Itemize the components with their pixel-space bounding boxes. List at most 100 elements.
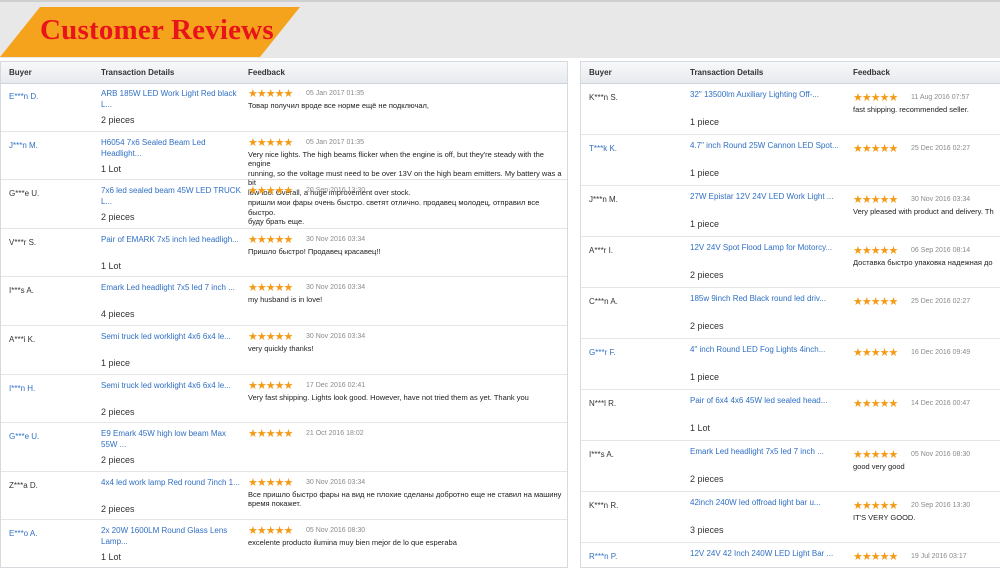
review-row: A***i K. Semi truck led worklight 4x6 6x4… <box>1 326 567 375</box>
buyer-name[interactable]: T***k K. <box>589 144 617 153</box>
product-link[interactable]: Pair of EMARK 7x5 inch led headligh... <box>101 234 241 245</box>
feedback-text: very quickly thanks! <box>248 344 314 353</box>
star-icon: ★ <box>879 449 890 461</box>
buyer-name[interactable]: R***n P. <box>589 552 617 561</box>
star-icon: ★ <box>870 194 881 206</box>
star-icon: ★ <box>879 347 890 359</box>
product-link[interactable]: 12V 24V Spot Flood Lamp for Motorcy... <box>690 242 840 253</box>
product-link[interactable]: Semi truck led worklight 4x6 6x4 le... <box>101 331 241 342</box>
star-icon: ★ <box>248 331 258 343</box>
star-icon: ★ <box>888 449 899 461</box>
star-icon: ★ <box>870 449 881 461</box>
product-link[interactable]: Pair of 6x4 4x6 45W led sealed head... <box>690 395 840 406</box>
star-icon: ★ <box>853 500 863 512</box>
quantity: 2 pieces <box>690 321 724 331</box>
product-link[interactable]: Emark Led headlight 7x5 led 7 inch ... <box>690 446 840 457</box>
star-icon: ★ <box>861 449 872 461</box>
star-rating: ★★★★★ <box>853 296 899 308</box>
star-icon: ★ <box>283 379 294 392</box>
review-row: I***s A. Emark Led headlight 7x5 led 7 in… <box>1 277 567 326</box>
buyer-name[interactable]: G***e U. <box>9 432 39 441</box>
review-date: 30 Nov 2016 03:34 <box>306 284 366 292</box>
product-link[interactable]: 4" inch Round LED Fog Lights 4inch... <box>690 344 840 355</box>
star-icon: ★ <box>274 331 285 343</box>
buyer-name: Z***a D. <box>9 480 38 490</box>
feedback-text: Very fast shipping. Lights look good. Ho… <box>248 392 529 402</box>
product-link[interactable]: H6054 7x6 Sealed Beam Led Headlight... <box>101 137 241 159</box>
header-transaction-details: Transaction Details <box>101 68 175 77</box>
star-icon: ★ <box>283 185 294 198</box>
star-icon: ★ <box>248 428 258 441</box>
review-date: 25 Dec 2016 02:27 <box>911 145 971 152</box>
star-rating: ★★★★★ <box>853 143 899 155</box>
star-icon: ★ <box>888 296 899 308</box>
review-date: 05 Nov 2016 08:30 <box>306 527 366 535</box>
star-icon: ★ <box>256 428 267 441</box>
feedback-text: Товар получил вроде все норме ещё не под… <box>248 101 430 110</box>
product-link[interactable]: 4.7" inch Round 25W Cannon LED Spot... <box>690 140 840 151</box>
star-icon: ★ <box>879 143 890 155</box>
star-icon: ★ <box>853 143 863 155</box>
star-rating: ★★★★★ <box>248 233 293 246</box>
product-link[interactable]: 2x 20W 1600LM Round Glass Lens Lamp... <box>101 525 241 547</box>
product-link[interactable]: 42inch 240W led offroad light bar u... <box>690 497 840 508</box>
buyer-name: V***r S. <box>9 237 37 247</box>
star-icon: ★ <box>879 92 890 104</box>
star-rating: ★★★★★ <box>248 185 294 198</box>
header-transaction-details: Transaction Details <box>690 68 764 77</box>
feedback-text: my husband is in love! <box>248 295 323 305</box>
star-icon: ★ <box>256 331 267 343</box>
product-link[interactable]: 27W Epistar 12V 24V LED Work Light ... <box>690 191 840 202</box>
review-date: 30 Nov 2016 03:34 <box>306 478 366 486</box>
product-link[interactable]: 12V 24V 42 Inch 240W LED Light Bar ... <box>690 548 840 559</box>
star-icon: ★ <box>283 136 294 149</box>
star-icon: ★ <box>248 476 258 489</box>
review-date: 14 Dec 2016 00:47 <box>911 400 971 407</box>
table-header: Buyer Transaction Details Feedback <box>581 62 1000 84</box>
product-link[interactable]: 185w 9inch Red Black round led driv... <box>690 293 840 304</box>
star-icon: ★ <box>265 282 276 295</box>
buyer-name[interactable]: G***r F. <box>589 348 616 357</box>
buyer-name[interactable]: J***n M. <box>9 141 38 150</box>
review-date: 11 Aug 2016 07:57 <box>911 94 970 101</box>
star-icon: ★ <box>283 88 294 100</box>
buyer-name: K***n S. <box>589 93 618 102</box>
product-link[interactable]: E9 Emark 45W high low beam Max 55W ... <box>101 428 241 450</box>
star-icon: ★ <box>888 347 899 359</box>
star-icon: ★ <box>265 233 276 246</box>
buyer-name: A***i K. <box>9 335 36 344</box>
product-link[interactable]: 4x4 led work lamp Red round 7inch 1... <box>101 477 241 488</box>
star-icon: ★ <box>256 476 267 489</box>
review-date: 30 Nov 2016 03:34 <box>911 196 971 203</box>
feedback-text: Very pleased with product and delivery. … <box>853 207 994 216</box>
star-icon: ★ <box>879 500 890 512</box>
review-date: 05 Jan 2017 01:35 <box>306 138 364 146</box>
star-icon: ★ <box>265 428 276 441</box>
product-link[interactable]: 7x6 led sealed beam 45W LED TRUCK L... <box>101 185 241 207</box>
product-link[interactable]: 32" 13500lm Auxiliary Lighting Off-... <box>690 89 840 100</box>
buyer-name[interactable]: E***o A. <box>9 529 37 538</box>
product-link[interactable]: ARB 185W LED Work Light Red black L... <box>101 88 241 110</box>
star-icon: ★ <box>283 282 294 295</box>
quantity: 2 pieces <box>101 503 135 514</box>
product-link[interactable]: Emark Led headlight 7x5 led 7 inch ... <box>101 282 241 293</box>
review-row: I***n H. Semi truck led worklight 4x6 6x4… <box>1 375 567 424</box>
feedback-text: Все пришло быстро фары на вид не плохие … <box>248 489 562 509</box>
review-row: J***n M. 27W Epistar 12V 24V LED Work Lig… <box>581 186 1000 237</box>
quantity: 1 Lot <box>101 552 122 563</box>
buyer-name[interactable]: I***n H. <box>9 384 35 393</box>
star-icon: ★ <box>888 143 899 155</box>
review-date: 20 Sep 2016 13:30 <box>306 187 366 195</box>
review-date: 05 Jan 2017 01:35 <box>306 90 364 97</box>
quantity: 1 piece <box>690 219 720 229</box>
buyer-name: A***r I. <box>589 246 614 255</box>
star-icon: ★ <box>853 92 863 104</box>
product-link[interactable]: Semi truck led worklight 4x6 6x4 le... <box>101 380 241 391</box>
star-icon: ★ <box>861 398 872 410</box>
buyer-name[interactable]: E***n D. <box>9 92 38 101</box>
star-rating: ★★★★★ <box>248 331 293 343</box>
star-rating: ★★★★★ <box>248 136 294 149</box>
star-rating: ★★★★★ <box>248 379 294 392</box>
quantity: 1 Lot <box>101 163 122 174</box>
buyer-name: J***n M. <box>589 195 618 204</box>
